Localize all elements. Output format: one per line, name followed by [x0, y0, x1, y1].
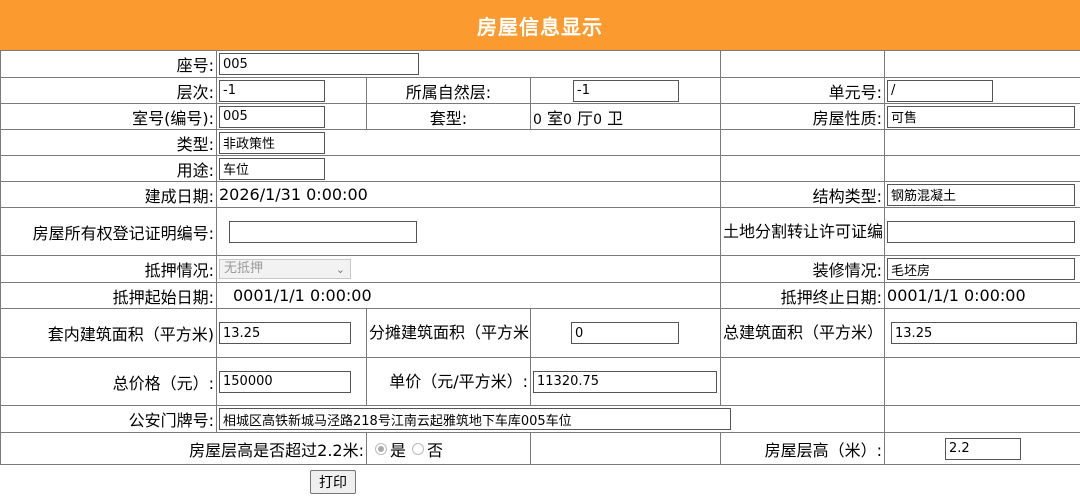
- ownership-cert-field[interactable]: [229, 220, 417, 243]
- shared-area-field[interactable]: [571, 322, 679, 344]
- layout-hall-unit: 厅: [577, 108, 594, 128]
- row-address: 公安门牌号:: [0, 405, 1080, 433]
- usage-label: 用途:: [0, 155, 217, 182]
- total-price-label: 总价格（元）:: [0, 357, 217, 406]
- chevron-down-icon: ⌄: [335, 263, 345, 277]
- decoration-label: 装修情况:: [720, 255, 886, 283]
- usage-field[interactable]: [219, 157, 325, 180]
- height-over-radio-group: 是否: [366, 432, 531, 465]
- total-price-field[interactable]: [219, 370, 351, 393]
- natural-floor-field[interactable]: [573, 79, 679, 102]
- unit-no-label: 单元号:: [720, 77, 886, 104]
- built-date-value: 2026/1/31 0:00:00: [215, 181, 722, 208]
- row-room: 室号(编号): 套型: 0 室0 厅0 卫 房屋性质:: [0, 103, 1080, 130]
- layout-value: 0 室0 厅0 卫: [529, 103, 722, 130]
- layout-label: 套型:: [366, 103, 531, 130]
- mortgage-start-value: 0001/1/1 0:00:00: [215, 282, 722, 309]
- row-floor: 层次: 所属自然层: 单元号:: [0, 77, 1080, 104]
- layout-room-count: 0: [533, 111, 542, 128]
- address-label: 公安门牌号:: [0, 405, 217, 433]
- ownership-cert-label: 房屋所有权登记证明编号:: [0, 207, 217, 256]
- print-button[interactable]: 打印: [310, 470, 356, 494]
- house-nature-label: 房屋性质:: [720, 103, 886, 130]
- structure-type-label: 结构类型:: [720, 181, 886, 208]
- row-areas: 套内建筑面积（平方米) 分摊建筑面积（平方米）: 总建筑面积（平方米）:: [0, 308, 1080, 358]
- house-nature-field[interactable]: [887, 105, 1076, 128]
- row-certificates: 房屋所有权登记证明编号: 土地分割转让许可证编号:: [0, 207, 1080, 256]
- layout-hall-count: 0: [563, 111, 572, 128]
- row-type: 类型:: [0, 129, 1080, 156]
- height-over-no-radio[interactable]: [412, 442, 425, 455]
- mortgage-end-label: 抵押终止日期:: [720, 282, 886, 309]
- mortgage-select[interactable]: 无抵押 ⌄: [219, 259, 351, 280]
- row-mortgage-dates: 抵押起始日期: 0001/1/1 0:00:00 抵押终止日期: 0001/1/…: [0, 282, 1080, 309]
- row-seat: 座号:: [0, 50, 1080, 78]
- type-field[interactable]: [219, 131, 325, 154]
- layout-bath-unit: 卫: [607, 108, 624, 128]
- height-over-yes-radio[interactable]: [375, 442, 387, 455]
- page-title: 房屋信息显示: [0, 0, 1080, 50]
- mortgage-end-value: 0001/1/1 0:00:00: [884, 282, 1080, 309]
- row-usage: 用途:: [0, 155, 1080, 182]
- house-info-table: 座号: 层次: 所属自然层: 单元号: 室号(编号): 套型: 0 室0 厅0 …: [0, 50, 1080, 465]
- unit-price-label: 单价（元/平方米）:: [366, 357, 531, 406]
- mortgage-start-label: 抵押起始日期:: [0, 282, 217, 309]
- mortgage-selected-value: 无抵押: [224, 261, 264, 277]
- row-mortgage: 抵押情况: 无抵押 ⌄ 装修情况:: [0, 255, 1080, 283]
- inner-area-field[interactable]: [219, 322, 351, 344]
- total-area-field[interactable]: [891, 322, 1078, 344]
- unit-no-field[interactable]: [887, 79, 994, 102]
- land-permit-label: 土地分割转让许可证编号:: [720, 207, 886, 256]
- unit-price-field[interactable]: [533, 370, 717, 393]
- row-prices: 总价格（元）: 单价（元/平方米）:: [0, 357, 1080, 406]
- decoration-field[interactable]: [887, 258, 1076, 280]
- floor-field[interactable]: [219, 79, 325, 102]
- layout-room-unit: 室: [547, 108, 564, 128]
- built-date-label: 建成日期:: [0, 181, 217, 208]
- seat-no-label: 座号:: [0, 50, 217, 78]
- layout-bath-count: 0: [593, 111, 602, 128]
- total-area-label: 总建筑面积（平方米）:: [720, 308, 886, 358]
- row-built-date: 建成日期: 2026/1/31 0:00:00 结构类型:: [0, 181, 1080, 208]
- floor-height-label: 房屋层高（米）:: [720, 432, 886, 465]
- floor-label: 层次:: [0, 77, 217, 104]
- mortgage-label: 抵押情况:: [0, 255, 217, 283]
- room-no-label: 室号(编号):: [0, 103, 217, 130]
- land-permit-field[interactable]: [887, 220, 1076, 243]
- type-label: 类型:: [0, 129, 217, 156]
- floor-height-field[interactable]: [945, 437, 1022, 460]
- room-no-field[interactable]: [219, 105, 325, 128]
- inner-area-label: 套内建筑面积（平方米): [0, 308, 217, 358]
- natural-floor-label: 所属自然层:: [366, 77, 531, 104]
- address-field[interactable]: [219, 408, 731, 430]
- shared-area-label: 分摊建筑面积（平方米）:: [366, 308, 531, 358]
- height-over-label: 房屋层高是否超过2.2米:: [0, 432, 367, 465]
- height-over-no-label: 否: [427, 440, 444, 460]
- row-height: 房屋层高是否超过2.2米: 是否 房屋层高（米）:: [0, 432, 1080, 465]
- height-over-yes-label: 是: [390, 440, 407, 460]
- seat-no-field[interactable]: [219, 53, 419, 75]
- structure-type-field[interactable]: [887, 183, 1076, 206]
